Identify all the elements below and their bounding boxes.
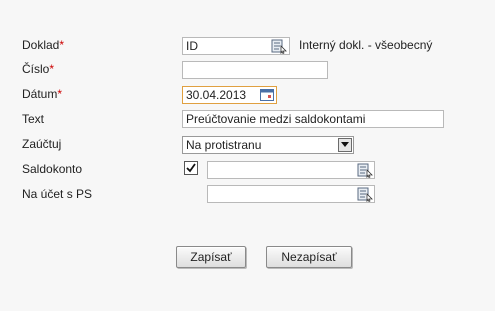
zauctuj-select[interactable]: Na protistranu	[182, 136, 354, 154]
save-button[interactable]: Zapísať	[176, 246, 246, 268]
datum-value: 30.04.2013	[186, 88, 247, 102]
doklad-label: Doklad*	[22, 38, 64, 52]
saldokonto-input[interactable]	[207, 161, 375, 179]
cislo-label-text: Číslo	[22, 62, 50, 76]
cislo-input[interactable]	[182, 61, 328, 79]
saldokonto-lookup-icon[interactable]	[357, 162, 373, 178]
doklad-value: ID	[186, 39, 198, 53]
text-input[interactable]: Preúčtovanie medzi saldokontami	[182, 110, 444, 128]
zauctuj-label: Zaúčtuj	[22, 137, 61, 151]
na-ucet-ps-label-text: Na účet s PS	[22, 187, 93, 201]
required-mark: *	[49, 62, 55, 76]
text-label-text: Text	[22, 112, 45, 126]
saldokonto-label-text: Saldokonto	[22, 162, 83, 176]
na-ucet-ps-input[interactable]	[207, 185, 375, 203]
required-mark: *	[59, 38, 65, 52]
na-ucet-ps-label: Na účet s PS	[22, 187, 92, 201]
required-mark: *	[57, 87, 63, 101]
cislo-label: Číslo*	[22, 62, 54, 76]
na-ucet-ps-lookup-icon[interactable]	[357, 186, 373, 202]
doklad-description: Interný dokl. - všeobecný	[299, 38, 433, 52]
saldokonto-label: Saldokonto	[22, 162, 82, 176]
calendar-icon[interactable]	[259, 87, 275, 103]
zauctuj-selected: Na protistranu	[186, 138, 262, 152]
text-label: Text	[22, 112, 44, 126]
checkmark-icon	[186, 163, 196, 173]
zauctuj-label-text: Zaúčtuj	[22, 137, 62, 151]
dropdown-arrow-icon[interactable]	[338, 138, 352, 152]
saldokonto-checkbox[interactable]	[184, 161, 198, 175]
cancel-button[interactable]: Nezapísať	[266, 246, 352, 268]
datum-label-text: Dátum	[22, 87, 58, 101]
text-value: Preúčtovanie medzi saldokontami	[186, 112, 366, 126]
datum-label: Dátum*	[22, 87, 62, 101]
doklad-lookup-icon[interactable]	[271, 38, 287, 54]
doklad-label-text: Doklad	[22, 38, 60, 52]
